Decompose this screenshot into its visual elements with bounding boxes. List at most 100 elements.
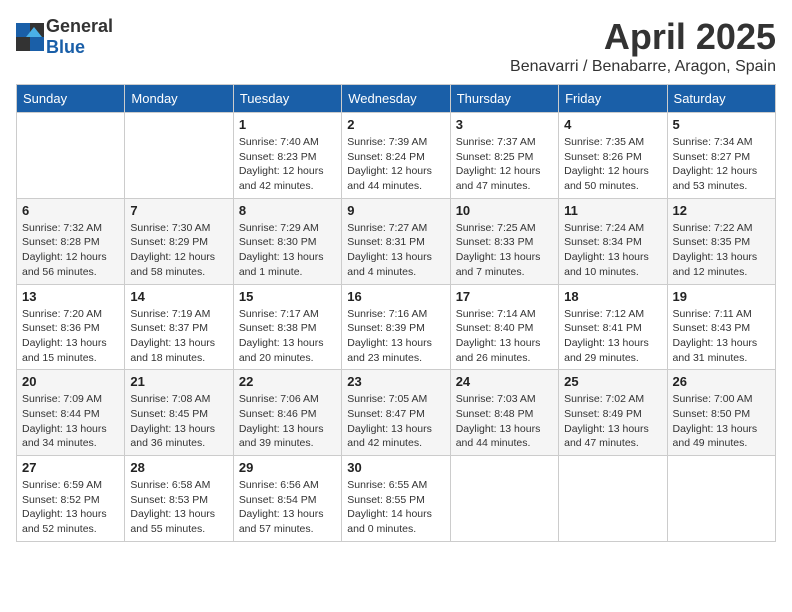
calendar-cell: 29 Sunrise: 6:56 AM Sunset: 8:54 PM Dayli… [233,456,341,542]
day-info: Sunrise: 7:08 AM Sunset: 8:45 PM Dayligh… [130,392,227,451]
calendar-cell: 30Sunrise: 6:55 AM Sunset: 8:55 PM Dayli… [342,456,450,542]
weekday-header-monday: Monday [125,85,233,113]
day-info: Sunrise: 7:09 AM Sunset: 8:44 PM Dayligh… [22,392,119,451]
day-info: Sunrise: 7:00 AM Sunset: 8:50 PM Dayligh… [673,392,770,451]
calendar-cell [17,113,125,199]
day-number: 14 [130,289,227,304]
calendar-week-5: 27 Sunrise: 6:59 AM Sunset: 8:52 PM Dayli… [17,456,776,542]
day-info: Sunrise: 7:11 AM Sunset: 8:43 PM Dayligh… [673,307,770,366]
calendar-cell: 6Sunrise: 7:32 AM Sunset: 8:28 PM Daylig… [17,198,125,284]
calendar-cell: 3 Sunrise: 7:37 AM Sunset: 8:25 PM Daylig… [450,113,558,199]
calendar-cell [125,113,233,199]
logo-icon [16,23,44,51]
day-info: Sunrise: 6:59 AM Sunset: 8:52 PM Dayligh… [22,478,119,537]
calendar-cell [450,456,558,542]
day-number: 21 [130,374,227,389]
calendar-week-3: 13 Sunrise: 7:20 AM Sunset: 8:36 PM Dayli… [17,284,776,370]
calendar-cell: 19Sunrise: 7:11 AM Sunset: 8:43 PM Dayli… [667,284,775,370]
calendar-cell: 27 Sunrise: 6:59 AM Sunset: 8:52 PM Dayli… [17,456,125,542]
calendar-cell: 2 Sunrise: 7:39 AM Sunset: 8:24 PM Daylig… [342,113,450,199]
calendar-cell [559,456,667,542]
day-info: Sunrise: 7:24 AM Sunset: 8:34 PM Dayligh… [564,221,661,280]
day-info: Sunrise: 7:32 AM Sunset: 8:28 PM Dayligh… [22,221,119,280]
day-number: 30 [347,460,444,475]
calendar-cell: 21 Sunrise: 7:08 AM Sunset: 8:45 PM Dayli… [125,370,233,456]
day-info: Sunrise: 7:40 AM Sunset: 8:23 PM Dayligh… [239,135,336,194]
weekday-header-sunday: Sunday [17,85,125,113]
calendar-cell: 9 Sunrise: 7:27 AM Sunset: 8:31 PM Daylig… [342,198,450,284]
day-number: 5 [673,117,770,132]
day-number: 25 [564,374,661,389]
day-number: 28 [130,460,227,475]
weekday-header-thursday: Thursday [450,85,558,113]
weekday-header-tuesday: Tuesday [233,85,341,113]
day-number: 2 [347,117,444,132]
day-number: 13 [22,289,119,304]
calendar-week-4: 20 Sunrise: 7:09 AM Sunset: 8:44 PM Dayli… [17,370,776,456]
weekday-header-saturday: Saturday [667,85,775,113]
day-info: Sunrise: 7:29 AM Sunset: 8:30 PM Dayligh… [239,221,336,280]
day-number: 9 [347,203,444,218]
calendar-cell: 23Sunrise: 7:05 AM Sunset: 8:47 PM Dayli… [342,370,450,456]
day-number: 18 [564,289,661,304]
calendar-cell: 12 Sunrise: 7:22 AM Sunset: 8:35 PM Dayli… [667,198,775,284]
day-info: Sunrise: 7:22 AM Sunset: 8:35 PM Dayligh… [673,221,770,280]
day-number: 4 [564,117,661,132]
day-number: 8 [239,203,336,218]
day-number: 22 [239,374,336,389]
day-number: 15 [239,289,336,304]
calendar-cell: 28 Sunrise: 6:58 AM Sunset: 8:53 PM Dayli… [125,456,233,542]
day-number: 27 [22,460,119,475]
calendar-cell: 26 Sunrise: 7:00 AM Sunset: 8:50 PM Dayli… [667,370,775,456]
day-number: 3 [456,117,553,132]
calendar-header-row: SundayMondayTuesdayWednesdayThursdayFrid… [17,85,776,113]
calendar-cell: 18 Sunrise: 7:12 AM Sunset: 8:41 PM Dayli… [559,284,667,370]
day-number: 20 [22,374,119,389]
day-info: Sunrise: 6:58 AM Sunset: 8:53 PM Dayligh… [130,478,227,537]
day-number: 24 [456,374,553,389]
day-info: Sunrise: 7:37 AM Sunset: 8:25 PM Dayligh… [456,135,553,194]
calendar-cell: 24 Sunrise: 7:03 AM Sunset: 8:48 PM Dayli… [450,370,558,456]
calendar-cell: 14Sunrise: 7:19 AM Sunset: 8:37 PM Dayli… [125,284,233,370]
day-number: 26 [673,374,770,389]
day-info: Sunrise: 7:17 AM Sunset: 8:38 PM Dayligh… [239,307,336,366]
logo-blue: Blue [46,37,85,57]
calendar-cell: 17Sunrise: 7:14 AM Sunset: 8:40 PM Dayli… [450,284,558,370]
day-number: 11 [564,203,661,218]
day-info: Sunrise: 7:06 AM Sunset: 8:46 PM Dayligh… [239,392,336,451]
day-number: 17 [456,289,553,304]
day-info: Sunrise: 7:20 AM Sunset: 8:36 PM Dayligh… [22,307,119,366]
day-info: Sunrise: 7:25 AM Sunset: 8:33 PM Dayligh… [456,221,553,280]
logo-general: General [46,16,113,36]
calendar-cell: 1 Sunrise: 7:40 AM Sunset: 8:23 PM Daylig… [233,113,341,199]
day-number: 10 [456,203,553,218]
logo: General Blue [16,16,113,58]
day-number: 7 [130,203,227,218]
calendar-cell: 11 Sunrise: 7:24 AM Sunset: 8:34 PM Dayli… [559,198,667,284]
title-area: April 2025 Benavarri / Benabarre, Aragon… [510,16,776,76]
day-number: 1 [239,117,336,132]
day-number: 29 [239,460,336,475]
day-info: Sunrise: 6:56 AM Sunset: 8:54 PM Dayligh… [239,478,336,537]
day-info: Sunrise: 7:16 AM Sunset: 8:39 PM Dayligh… [347,307,444,366]
calendar-cell [667,456,775,542]
day-number: 23 [347,374,444,389]
calendar-cell: 22 Sunrise: 7:06 AM Sunset: 8:46 PM Dayli… [233,370,341,456]
day-info: Sunrise: 7:27 AM Sunset: 8:31 PM Dayligh… [347,221,444,280]
calendar-cell: 20 Sunrise: 7:09 AM Sunset: 8:44 PM Dayli… [17,370,125,456]
day-info: Sunrise: 7:03 AM Sunset: 8:48 PM Dayligh… [456,392,553,451]
day-info: Sunrise: 7:35 AM Sunset: 8:26 PM Dayligh… [564,135,661,194]
calendar-cell: 5Sunrise: 7:34 AM Sunset: 8:27 PM Daylig… [667,113,775,199]
month-title: April 2025 [510,16,776,58]
calendar-cell: 7Sunrise: 7:30 AM Sunset: 8:29 PM Daylig… [125,198,233,284]
calendar-cell: 13 Sunrise: 7:20 AM Sunset: 8:36 PM Dayli… [17,284,125,370]
day-number: 16 [347,289,444,304]
calendar-table: SundayMondayTuesdayWednesdayThursdayFrid… [16,84,776,542]
location-title: Benavarri / Benabarre, Aragon, Spain [510,58,776,76]
calendar-cell: 25Sunrise: 7:02 AM Sunset: 8:49 PM Dayli… [559,370,667,456]
day-info: Sunrise: 7:39 AM Sunset: 8:24 PM Dayligh… [347,135,444,194]
day-number: 12 [673,203,770,218]
day-info: Sunrise: 7:12 AM Sunset: 8:41 PM Dayligh… [564,307,661,366]
weekday-header-friday: Friday [559,85,667,113]
calendar-week-1: 1 Sunrise: 7:40 AM Sunset: 8:23 PM Daylig… [17,113,776,199]
